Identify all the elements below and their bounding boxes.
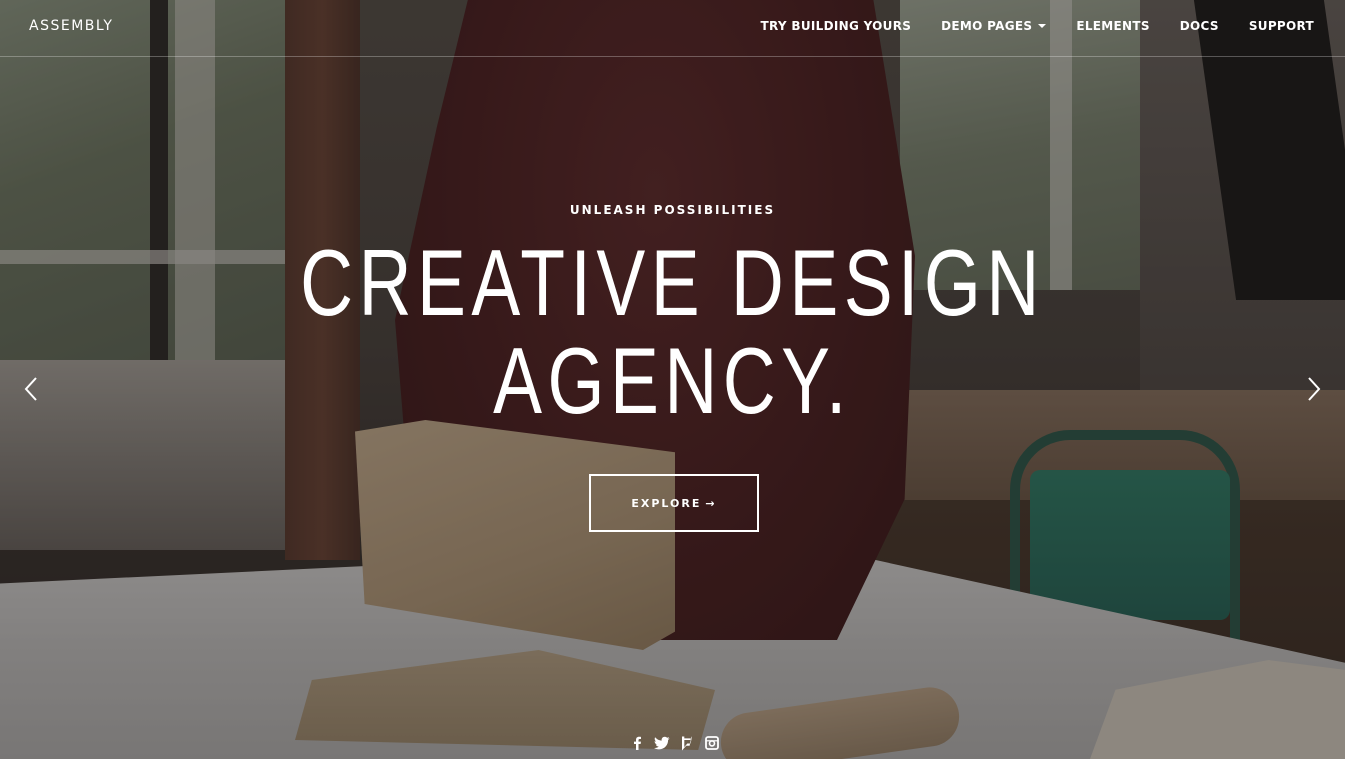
instagram-icon [705, 736, 719, 750]
twitter-icon [654, 736, 670, 750]
explore-button[interactable]: EXPLORE → [589, 474, 759, 532]
explore-button-label: EXPLORE [631, 496, 702, 510]
nav-item-try-building-yours[interactable]: TRY BUILDING YOURS [761, 19, 912, 33]
chevron-right-icon [1308, 377, 1321, 401]
hero-headline-line-1: CREATIVE DESIGN [300, 230, 1045, 335]
nav-item-label: SUPPORT [1248, 19, 1314, 33]
nav-item-label: DOCS [1179, 19, 1219, 33]
nav-item-support[interactable]: SUPPORT [1249, 19, 1314, 33]
chevron-left-icon [24, 377, 37, 401]
facebook-link[interactable] [629, 735, 645, 751]
hero-headline: CREATIVE DESIGN AGENCY. [148, 234, 1197, 430]
nav-item-docs[interactable]: DOCS [1180, 19, 1219, 33]
top-navigation: ASSEMBLY TRY BUILDING YOURS DEMO PAGES E… [0, 0, 1345, 57]
arrow-right-icon: → [705, 496, 717, 510]
nav-item-label: TRY BUILDING YOURS [760, 19, 912, 33]
nav-item-label: ELEMENTS [1076, 19, 1150, 33]
brand-logo[interactable]: ASSEMBLY [29, 18, 113, 34]
social-links [629, 735, 720, 751]
hero-section: ASSEMBLY TRY BUILDING YOURS DEMO PAGES E… [0, 0, 1345, 759]
caret-down-icon [1038, 24, 1047, 28]
foursquare-link[interactable] [679, 735, 695, 751]
nav-item-demo-pages[interactable]: DEMO PAGES [941, 19, 1047, 33]
foursquare-icon [682, 736, 692, 750]
slider-next-button[interactable] [1303, 376, 1323, 402]
slider-prev-button[interactable] [22, 376, 42, 402]
nav-item-elements[interactable]: ELEMENTS [1076, 19, 1149, 33]
nav-item-label: DEMO PAGES [941, 19, 1033, 33]
facebook-icon [634, 736, 641, 750]
hero-headline-line-2: AGENCY. [493, 328, 852, 433]
nav-menu: TRY BUILDING YOURS DEMO PAGES ELEMENTS D… [731, 19, 1314, 33]
instagram-link[interactable] [704, 735, 720, 751]
hero-eyebrow: UNLEASH POSSIBILITIES [569, 203, 776, 217]
twitter-link[interactable] [654, 735, 670, 751]
